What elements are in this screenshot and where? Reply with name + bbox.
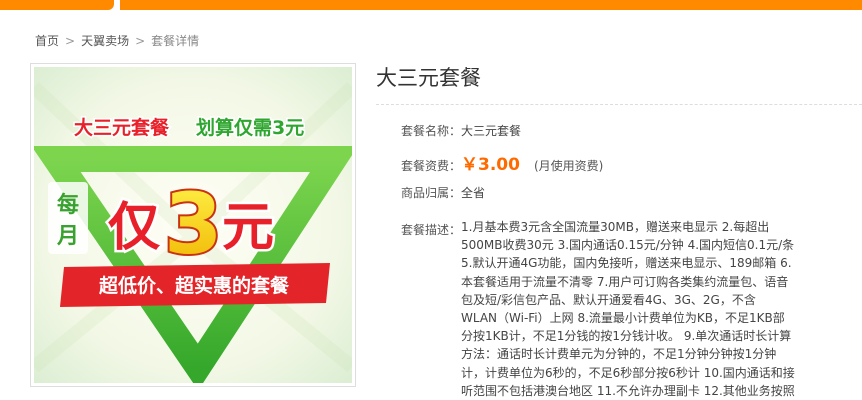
breadcrumb-market-link[interactable]: 天翼卖场 <box>81 32 129 49</box>
description-line: 听范围不包括港澳台地区 11.不允许办理副卡 12.其他业务按照 <box>461 383 795 398</box>
description-line: 1.月基本费3元含全国流量30MB，赠送来电显示 2.每超出 <box>461 220 770 234</box>
package-region-row: 商品归属： 全省 <box>376 184 485 201</box>
breadcrumb: 首页 > 天翼卖场 > 套餐详情 <box>35 32 199 49</box>
description-line: 计，计费单位为6秒的，不足6秒部分按6秒计 10.国内通话和接 <box>461 365 795 380</box>
product-title: 大三元套餐 <box>376 62 862 105</box>
package-name-value: 大三元套餐 <box>461 124 522 138</box>
package-fee-label: 套餐资费： <box>400 159 461 173</box>
description-line: 方法：通话时长计费单元为分钟的，不足1分钟分钟按1分钟 <box>461 347 777 362</box>
breadcrumb-current: 套餐详情 <box>151 34 200 48</box>
top-accent-bar <box>0 0 862 10</box>
big-price-number: 3 <box>164 175 222 273</box>
description-line: 本套餐适用于流量不清零 7.用户可订购各类集约流量包、语音 <box>461 274 789 289</box>
breadcrumb-home-link[interactable]: 首页 <box>35 32 59 49</box>
svg-text:每: 每 <box>57 192 79 218</box>
description-line: 分按1KB计，不足1分钱的按1分钱计收。 9.单次通话时长计算 <box>461 329 792 344</box>
headline-left-text: 大三元套餐 <box>74 116 170 139</box>
headline-right-text: 划算仅需3元 <box>196 116 304 139</box>
package-name-label: 套餐名称： <box>400 124 461 138</box>
promo-banner: 超低价、超实惠的套餐 <box>60 263 330 307</box>
per-month-tag: 每 月 <box>48 182 88 254</box>
package-region-label: 商品归属： <box>400 186 461 200</box>
package-region-value: 全省 <box>461 186 486 200</box>
product-image: 大三元套餐 划算仅需3元 每 月 仅 3 元 超低价、超实惠的套餐 <box>30 63 356 387</box>
description-line: 5.默认开通4G功能，国内免接听，赠送来电显示、189邮箱 6. <box>461 256 792 271</box>
package-desc-label: 套餐描述： <box>400 223 461 237</box>
package-fee-row: 套餐资费： ￥3.00 (月使用资费) <box>376 150 603 175</box>
breadcrumb-separator: > <box>65 33 76 48</box>
product-promo-graphic: 大三元套餐 划算仅需3元 每 月 仅 3 元 超低价、超实惠的套餐 <box>34 67 352 383</box>
package-desc-row: 套餐描述： <box>376 221 461 238</box>
big-unit-text: 元 <box>222 198 274 258</box>
product-detail: 大三元套餐 套餐名称： 大三元套餐 套餐资费： ￥3.00 (月使用资费) 商品… <box>376 62 862 398</box>
package-description: 1.月基本费3元含全国流量30MB，赠送来电显示 2.每超出 500MB收费30… <box>461 218 799 400</box>
svg-text:超低价、超实惠的套餐: 超低价、超实惠的套餐 <box>98 274 290 297</box>
description-line: WLAN（Wi-Fi）上网 8.流量最小计费单位为KB，不足1KB部 <box>461 311 785 326</box>
description-line: 包及短/彩信包产品、默认开通爱看4G、3G、2G，不含 <box>461 292 756 307</box>
package-price: ￥3.00 <box>461 155 520 175</box>
big-only-text: 仅 <box>108 198 161 258</box>
svg-text:月: 月 <box>56 224 79 249</box>
breadcrumb-separator: > <box>135 33 146 48</box>
package-name-row: 套餐名称： 大三元套餐 <box>376 122 521 139</box>
description-line: 500MB收费30元 3.国内通话0.15元/分钟 4.国内短信0.1元/条 <box>461 238 795 253</box>
package-price-note: (月使用资费) <box>533 159 604 173</box>
top-bar-notch <box>0 0 120 10</box>
